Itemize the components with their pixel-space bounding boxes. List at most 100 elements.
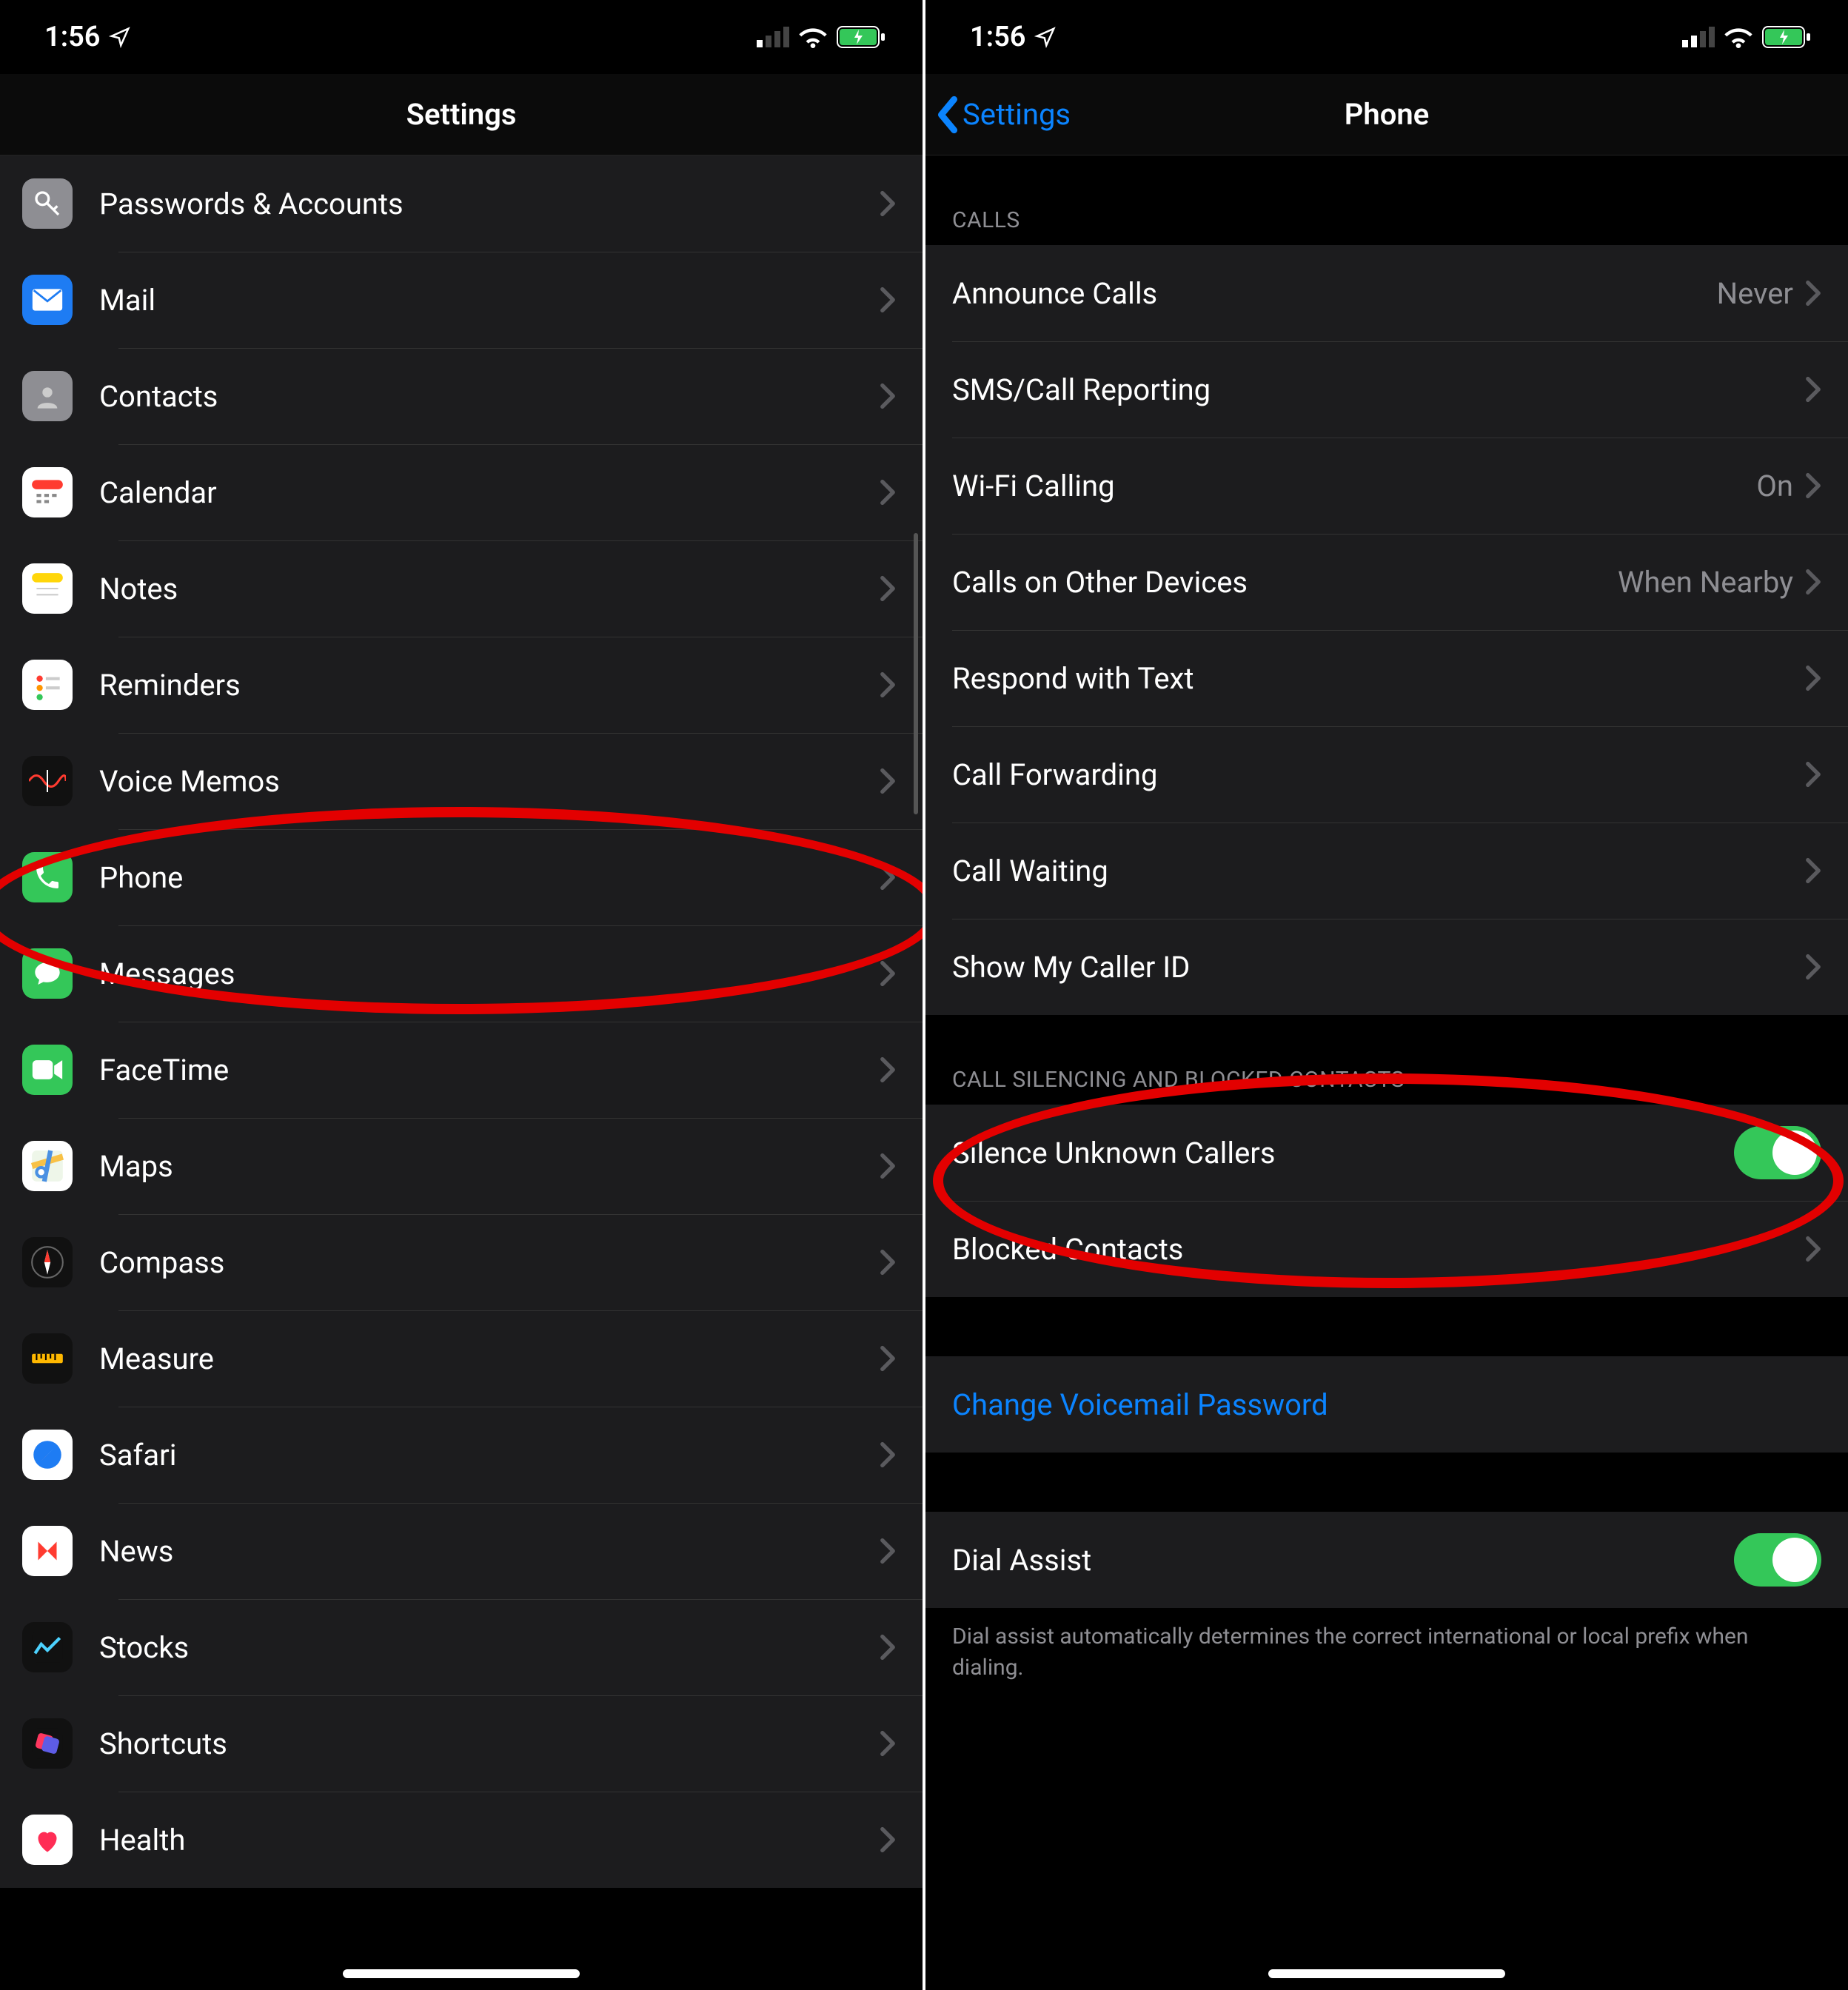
settings-list[interactable]: Passwords & Accounts Mail Contacts Calendar… bbox=[0, 155, 923, 1953]
settings-row-stocks[interactable]: Stocks bbox=[0, 1599, 923, 1695]
phone-icon bbox=[22, 852, 73, 902]
row-label: Phone bbox=[99, 860, 880, 895]
status-time: 1:56 bbox=[44, 21, 100, 53]
chevron-right-icon bbox=[880, 1441, 896, 1468]
chevron-right-icon bbox=[880, 1056, 896, 1083]
row-label: Contacts bbox=[99, 379, 880, 414]
settings-row-messages[interactable]: Messages bbox=[0, 925, 923, 1022]
facetime-icon bbox=[22, 1045, 73, 1095]
settings-row-phone[interactable]: Phone bbox=[0, 829, 923, 925]
chevron-right-icon bbox=[880, 1826, 896, 1853]
chevron-right-icon bbox=[1805, 569, 1821, 595]
settings-row-reminders[interactable]: Reminders bbox=[0, 637, 923, 733]
settings-row-maps[interactable]: Maps bbox=[0, 1118, 923, 1214]
page-title: Phone bbox=[1345, 97, 1430, 132]
chevron-right-icon bbox=[1805, 1236, 1821, 1262]
row-label: Call Forwarding bbox=[952, 757, 1805, 792]
measure-icon bbox=[22, 1333, 73, 1384]
status-time: 1:56 bbox=[970, 21, 1025, 53]
section-header-silencing: CALL SILENCING AND BLOCKED CONTACTS bbox=[925, 1015, 1848, 1105]
row-label: Dial Assist bbox=[952, 1543, 1734, 1578]
chevron-right-icon bbox=[880, 1153, 896, 1179]
section-header-calls: CALLS bbox=[925, 155, 1848, 245]
row-label: Passwords & Accounts bbox=[99, 187, 880, 221]
change-voicemail-password-row[interactable]: Change Voicemail Password bbox=[925, 1356, 1848, 1453]
row-label: Mail bbox=[99, 283, 880, 318]
shortcuts-icon bbox=[22, 1718, 73, 1769]
settings-row-voicememos[interactable]: Voice Memos bbox=[0, 733, 923, 829]
settings-row-compass[interactable]: Compass bbox=[0, 1214, 923, 1310]
settings-row-shortcuts[interactable]: Shortcuts bbox=[0, 1695, 923, 1792]
news-icon bbox=[22, 1526, 73, 1576]
settings-row-contacts[interactable]: Contacts bbox=[0, 348, 923, 444]
cellular-signal-icon bbox=[757, 27, 789, 47]
row-smsreport[interactable]: SMS/Call Reporting bbox=[925, 341, 1848, 438]
row-value: When Nearby bbox=[1618, 565, 1793, 600]
mail-icon bbox=[22, 275, 73, 325]
row-label: News bbox=[99, 1534, 880, 1569]
settings-row-health[interactable]: Health bbox=[0, 1792, 923, 1888]
status-bar: 1:56 bbox=[0, 0, 923, 74]
settings-row-mail[interactable]: Mail bbox=[0, 252, 923, 348]
wifi-icon bbox=[1724, 26, 1753, 48]
back-button[interactable]: Settings bbox=[934, 96, 1071, 134]
scroll-indicator[interactable] bbox=[914, 533, 918, 814]
settings-row-measure[interactable]: Measure bbox=[0, 1310, 923, 1407]
row-announce[interactable]: Announce CallsNever bbox=[925, 245, 1848, 341]
chevron-right-icon bbox=[880, 960, 896, 987]
row-label: Blocked Contacts bbox=[952, 1232, 1805, 1267]
row-respond[interactable]: Respond with Text bbox=[925, 630, 1848, 726]
reminders-icon bbox=[22, 660, 73, 710]
row-label: SMS/Call Reporting bbox=[952, 372, 1805, 407]
row-waiting[interactable]: Call Waiting bbox=[925, 823, 1848, 919]
chevron-right-icon bbox=[880, 768, 896, 794]
back-label: Settings bbox=[962, 97, 1071, 132]
wifi-icon bbox=[798, 26, 828, 48]
health-icon bbox=[22, 1815, 73, 1865]
dial-assist-row[interactable]: Dial Assist bbox=[925, 1512, 1848, 1608]
cellular-signal-icon bbox=[1682, 27, 1715, 47]
dial-assist-toggle[interactable] bbox=[1734, 1533, 1821, 1587]
chevron-right-icon bbox=[880, 190, 896, 217]
settings-row-calendar[interactable]: Calendar bbox=[0, 444, 923, 540]
row-label: Calls on Other Devices bbox=[952, 565, 1618, 600]
chevron-right-icon bbox=[1805, 857, 1821, 884]
settings-row-news[interactable]: News bbox=[0, 1503, 923, 1599]
row-label: Reminders bbox=[99, 668, 880, 703]
nav-bar: Settings Phone bbox=[925, 74, 1848, 155]
chevron-left-icon bbox=[934, 96, 961, 134]
location-arrow-icon bbox=[1034, 26, 1057, 48]
page-title: Settings bbox=[406, 97, 517, 132]
row-label: Health bbox=[99, 1823, 880, 1857]
row-label: Silence Unknown Callers bbox=[952, 1136, 1734, 1170]
home-indicator[interactable] bbox=[343, 1969, 580, 1978]
row-label: FaceTime bbox=[99, 1053, 880, 1088]
maps-icon bbox=[22, 1141, 73, 1191]
row-label: Measure bbox=[99, 1341, 880, 1376]
row-value: On bbox=[1756, 469, 1793, 503]
settings-row-passwords[interactable]: Passwords & Accounts bbox=[0, 155, 923, 252]
chevron-right-icon bbox=[880, 479, 896, 506]
row-value: Never bbox=[1717, 276, 1793, 311]
settings-row-notes[interactable]: Notes bbox=[0, 540, 923, 637]
status-bar: 1:56 bbox=[925, 0, 1848, 74]
settings-row-facetime[interactable]: FaceTime bbox=[0, 1022, 923, 1118]
phone-settings-list[interactable]: CALLS Announce CallsNever SMS/Call Report… bbox=[925, 155, 1848, 1953]
row-forward[interactable]: Call Forwarding bbox=[925, 726, 1848, 823]
row-callerid[interactable]: Show My Caller ID bbox=[925, 919, 1848, 1015]
chevron-right-icon bbox=[880, 1730, 896, 1757]
home-indicator[interactable] bbox=[1268, 1969, 1505, 1978]
row-blocked[interactable]: Blocked Contacts bbox=[925, 1201, 1848, 1297]
contacts-icon bbox=[22, 371, 73, 421]
settings-row-safari[interactable]: Safari bbox=[0, 1407, 923, 1503]
row-label: Show My Caller ID bbox=[952, 950, 1805, 985]
chevron-right-icon bbox=[880, 287, 896, 313]
settings-screen: 1:56 Settings Passwords & Accounts Mail Co… bbox=[0, 0, 923, 1990]
row-label: Shortcuts bbox=[99, 1726, 880, 1761]
row-silence[interactable]: Silence Unknown Callers bbox=[925, 1105, 1848, 1201]
chevron-right-icon bbox=[1805, 472, 1821, 499]
silence-toggle[interactable] bbox=[1734, 1126, 1821, 1179]
row-otherdev[interactable]: Calls on Other DevicesWhen Nearby bbox=[925, 534, 1848, 630]
calendar-icon bbox=[22, 467, 73, 517]
row-wifi[interactable]: Wi-Fi CallingOn bbox=[925, 438, 1848, 534]
